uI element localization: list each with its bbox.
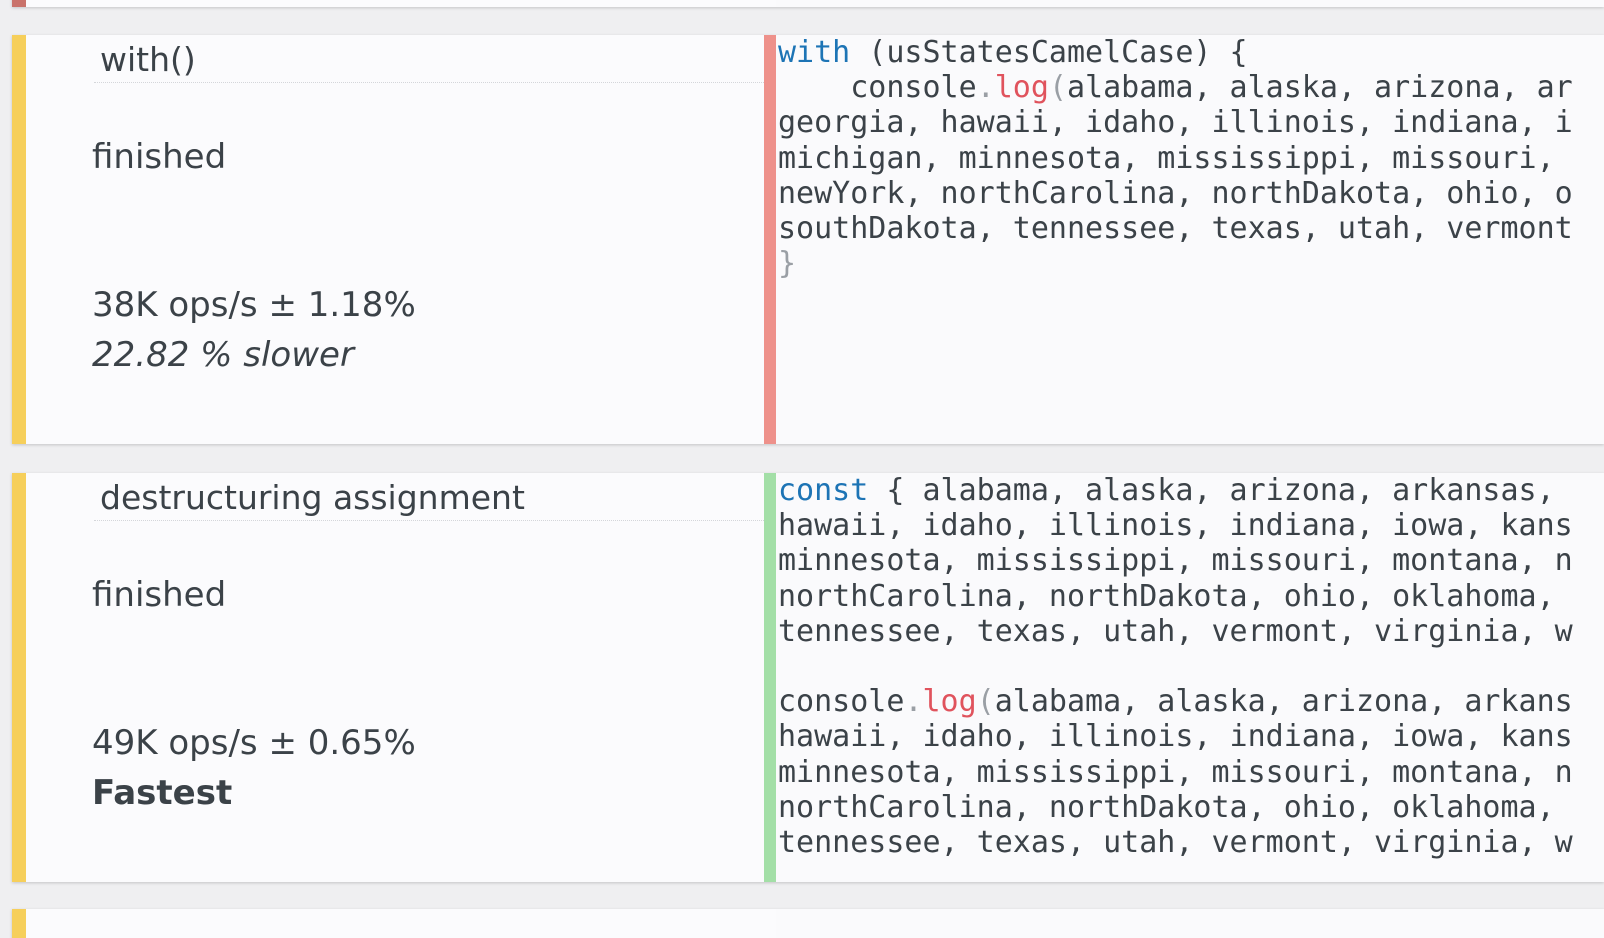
code-keyword: const [778,473,869,508]
test-info-panel: destructuring assignment finished 49K op… [26,473,766,882]
code-function: log [994,70,1049,106]
test-name[interactable]: destructuring assignment [94,475,766,521]
card-accent-bar [12,0,26,7]
card-accent-bar [12,909,26,938]
ops-per-second: 49K ops/s ± 0.65% [92,723,416,763]
ops-per-second: 38K ops/s ± 1.18% [92,285,416,325]
benchmark-results-page: with() finished 38K ops/s ± 1.18% 22.82 … [0,0,1604,938]
code-block: with (usStatesCamelCase) { console.log(a… [778,35,1573,282]
fastest-badge: Fastest [92,773,233,813]
code-block: const { alabama, alaska, arizona, arkans… [778,473,1573,860]
result-divider-slower [764,35,776,444]
card-accent-bar [12,35,26,444]
code-keyword: with [778,35,851,70]
test-name[interactable]: with() [94,37,766,83]
code-function: log [922,684,977,720]
result-divider-fastest [764,473,776,882]
code-snippet[interactable]: const { alabama, alaska, arizona, arkans… [776,473,1604,882]
next-test-card [12,909,1604,938]
relative-speed: 22.82 % slower [92,335,354,375]
test-status: finished [92,575,227,615]
previous-test-card [12,0,1604,7]
card-accent-bar [12,473,26,882]
test-card-with: with() finished 38K ops/s ± 1.18% 22.82 … [12,35,1604,444]
test-info-panel: with() finished 38K ops/s ± 1.18% 22.82 … [26,35,766,444]
code-snippet[interactable]: with (usStatesCamelCase) { console.log(a… [776,35,1604,444]
test-status: finished [92,137,227,177]
test-card-destructuring: destructuring assignment finished 49K op… [12,473,1604,882]
